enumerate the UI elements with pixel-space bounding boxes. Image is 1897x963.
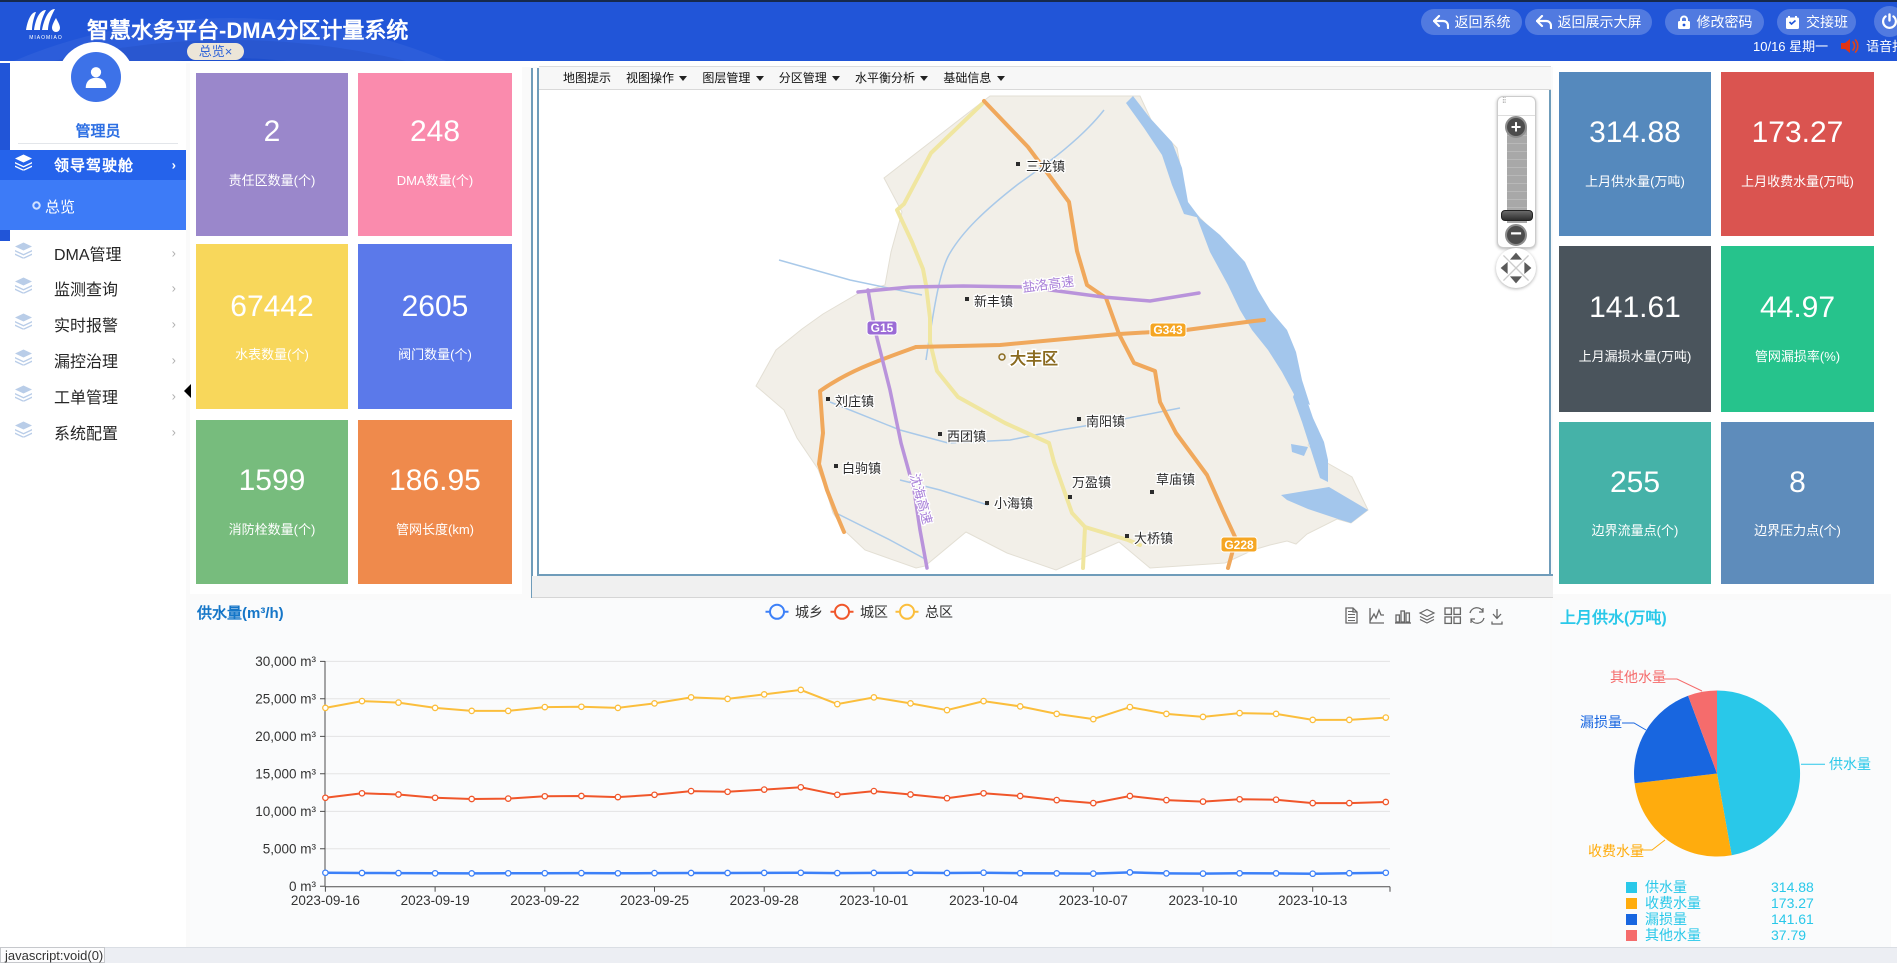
svg-text:2023-09-28: 2023-09-28 xyxy=(730,893,799,908)
svg-text:大丰区: 大丰区 xyxy=(1010,349,1058,368)
svg-text:15,000 m³: 15,000 m³ xyxy=(255,767,316,782)
svg-text:万盈镇: 万盈镇 xyxy=(1072,475,1111,490)
svg-text:西团镇: 西团镇 xyxy=(947,429,986,444)
svg-text:城区: 城区 xyxy=(860,604,888,620)
svg-text:0 m³: 0 m³ xyxy=(289,879,317,894)
svg-text:20,000 m³: 20,000 m³ xyxy=(255,729,316,744)
svg-text:G343: G343 xyxy=(1153,323,1183,337)
svg-text:其他水量: 其他水量 xyxy=(1610,669,1666,685)
svg-text:2023-09-22: 2023-09-22 xyxy=(510,893,579,908)
svg-text:供水量(m³/h): 供水量(m³/h) xyxy=(196,604,284,622)
svg-text:G228: G228 xyxy=(1224,538,1254,552)
svg-text:草庙镇: 草庙镇 xyxy=(1156,472,1195,487)
svg-text:大桥镇: 大桥镇 xyxy=(1134,531,1173,546)
svg-text:小海镇: 小海镇 xyxy=(994,496,1033,511)
svg-text:141.61: 141.61 xyxy=(1771,911,1814,927)
svg-text:三龙镇: 三龙镇 xyxy=(1026,159,1065,174)
svg-text:白驹镇: 白驹镇 xyxy=(842,461,881,476)
svg-text:南阳镇: 南阳镇 xyxy=(1086,414,1125,429)
svg-text:漏损量: 漏损量 xyxy=(1580,714,1622,730)
svg-text:37.79: 37.79 xyxy=(1771,927,1806,943)
svg-text:2023-09-16: 2023-09-16 xyxy=(291,893,360,908)
svg-text:2023-10-10: 2023-10-10 xyxy=(1168,893,1237,908)
svg-text:2023-09-19: 2023-09-19 xyxy=(401,893,470,908)
svg-text:2023-10-13: 2023-10-13 xyxy=(1278,893,1347,908)
svg-text:5,000 m³: 5,000 m³ xyxy=(263,842,317,857)
svg-text:2023-10-04: 2023-10-04 xyxy=(949,893,1019,908)
svg-text:总区: 总区 xyxy=(925,604,953,620)
svg-text:314.88: 314.88 xyxy=(1771,879,1814,895)
svg-text:上月供水(万吨): 上月供水(万吨) xyxy=(1560,608,1667,627)
svg-text:30,000 m³: 30,000 m³ xyxy=(255,654,316,669)
svg-text:漏损量: 漏损量 xyxy=(1645,911,1687,927)
svg-text:173.27: 173.27 xyxy=(1771,895,1814,911)
svg-text:2023-09-25: 2023-09-25 xyxy=(620,893,689,908)
svg-text:供水量: 供水量 xyxy=(1829,756,1871,772)
svg-text:10,000 m³: 10,000 m³ xyxy=(255,804,316,819)
svg-text:新丰镇: 新丰镇 xyxy=(974,294,1013,309)
svg-text:刘庄镇: 刘庄镇 xyxy=(835,394,874,409)
svg-text:其他水量: 其他水量 xyxy=(1645,927,1701,943)
svg-text:25,000 m³: 25,000 m³ xyxy=(255,692,316,707)
svg-text:2023-10-01: 2023-10-01 xyxy=(839,893,908,908)
svg-text:G15: G15 xyxy=(871,321,894,335)
svg-text:供水量: 供水量 xyxy=(1645,879,1687,895)
svg-text:MIAOMIAO: MIAOMIAO xyxy=(29,35,63,40)
svg-text:2023-10-07: 2023-10-07 xyxy=(1059,893,1128,908)
svg-text:城乡: 城乡 xyxy=(795,604,823,620)
svg-text:收费水量: 收费水量 xyxy=(1588,843,1644,859)
svg-text:收费水量: 收费水量 xyxy=(1645,895,1701,911)
